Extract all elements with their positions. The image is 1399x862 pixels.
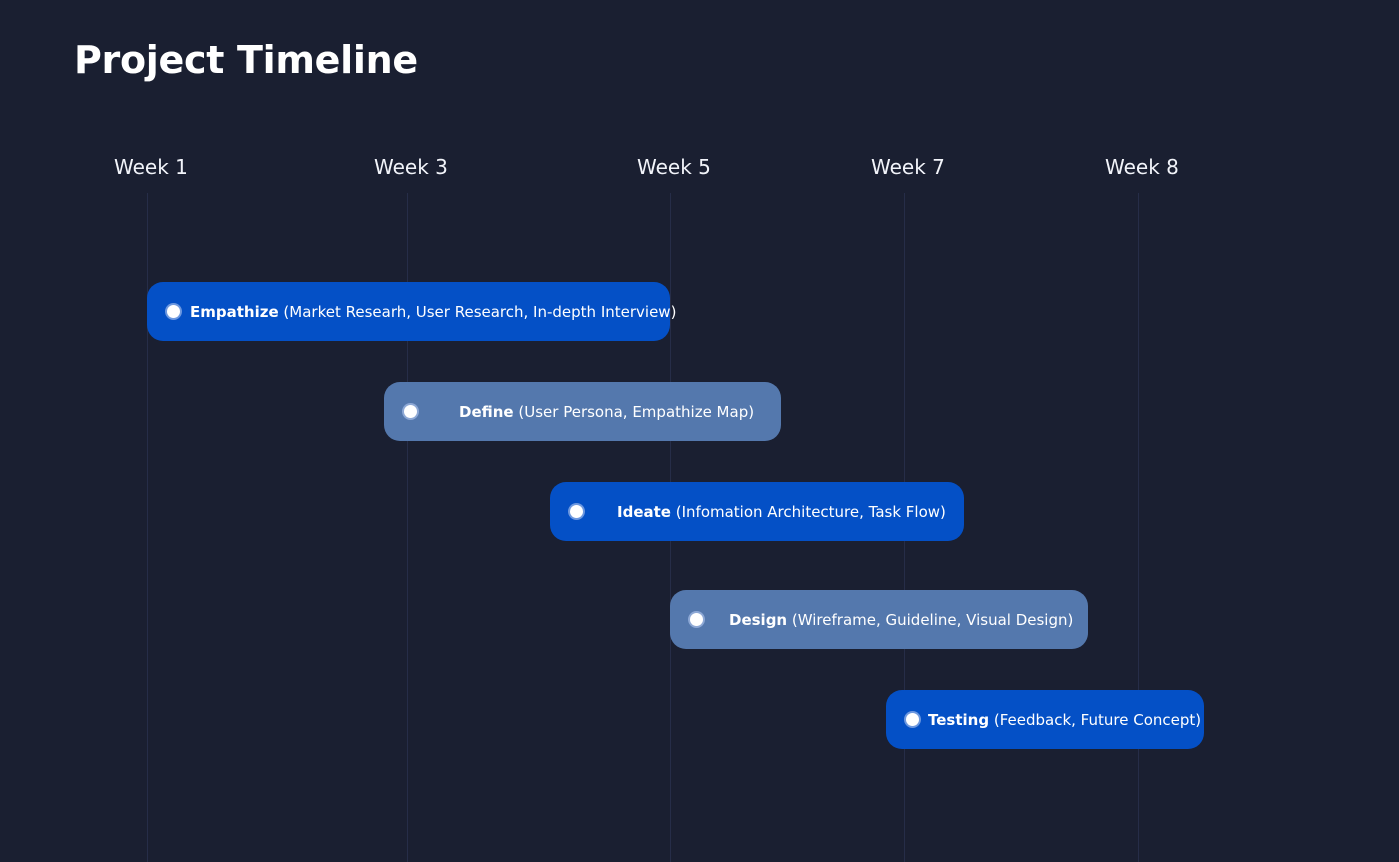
status-dot-icon: [570, 505, 583, 518]
phase-name: Ideate: [617, 502, 671, 521]
phase-bar-ideate[interactable]: Ideate (Infomation Architecture, Task Fl…: [550, 482, 964, 541]
status-dot-icon: [404, 405, 417, 418]
phase-name: Design: [729, 610, 788, 629]
phase-detail: (Feedback, Future Concept): [993, 710, 1202, 729]
phase-detail: (Wireframe, Guideline, Visual Design): [791, 610, 1074, 629]
status-dot-icon: [167, 305, 180, 318]
phase-bar-define[interactable]: Define (User Persona, Empathize Map): [384, 382, 781, 441]
phase-detail: (Market Researh, User Research, In-depth…: [283, 302, 677, 321]
status-dot-icon: [690, 613, 703, 626]
week-label-3: Week 3: [374, 155, 448, 179]
week-label-7: Week 7: [871, 155, 945, 179]
page-title: Project Timeline: [74, 38, 418, 82]
phase-detail: (User Persona, Empathize Map): [518, 402, 755, 421]
status-dot-icon: [906, 713, 919, 726]
week-label-5: Week 5: [637, 155, 711, 179]
week-label-1: Week 1: [114, 155, 188, 179]
grid-line-week-8: [1138, 193, 1139, 862]
phase-name: Empathize: [190, 302, 279, 321]
phase-detail: (Infomation Architecture, Task Flow): [675, 502, 946, 521]
phase-name: Define: [459, 402, 514, 421]
phase-bar-design[interactable]: Design (Wireframe, Guideline, Visual Des…: [670, 590, 1088, 649]
phase-bar-testing[interactable]: Testing (Feedback, Future Concept): [886, 690, 1204, 749]
phase-name: Testing: [928, 710, 990, 729]
phase-bar-empathize[interactable]: Empathize (Market Researh, User Research…: [147, 282, 676, 341]
week-label-8: Week 8: [1105, 155, 1179, 179]
